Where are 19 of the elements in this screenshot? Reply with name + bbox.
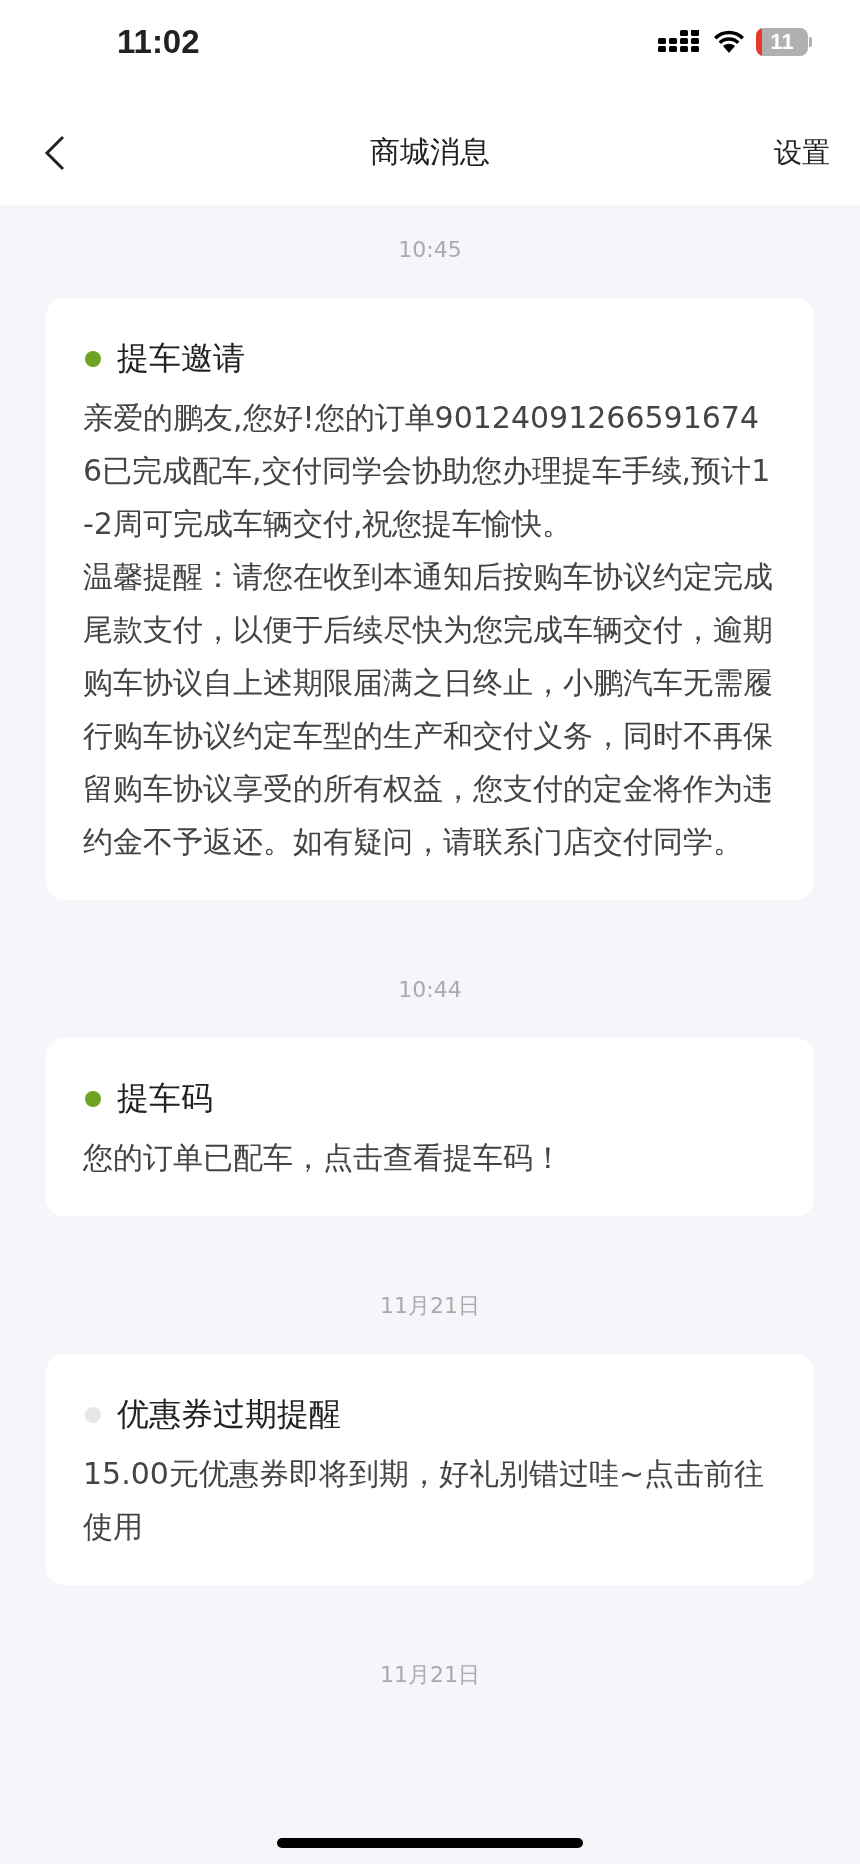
message-text: 温馨提醒：请您在收到本通知后按购车协议约定完成尾款支付，以便于后续尽快为您完成车辆交付，逾期购车协议自上述期限届满之日终止，小鹏汽车无需履行购车协议约定车型的生产和交付义务，同时不再保留购车协议享受的所有权益，您支付的定金将作为违约金不予返还。如有疑问，请联系门店交付同学。	[83, 558, 774, 861]
message-card[interactable]: 优惠券过期提醒 15.00元优惠券即将到期，好礼别错过哇~点击前往使用	[46, 1354, 814, 1585]
timestamp: 10:45	[398, 236, 462, 264]
message-card[interactable]: 提车码 您的订单已配车，点击查看提车码！	[46, 1038, 814, 1216]
settings-button[interactable]: 设置	[774, 133, 830, 172]
message-card[interactable]	[46, 298, 814, 900]
message-title: 提车邀请	[117, 338, 245, 379]
timestamp: 11月21日	[380, 1292, 480, 1320]
wifi-icon	[712, 30, 746, 54]
message-title: 优惠券过期提醒	[117, 1394, 341, 1435]
status-time: 11:02	[117, 23, 200, 61]
message-text: 您的订单已配车，点击查看提车码！	[83, 1139, 564, 1177]
signal-icon	[658, 30, 702, 54]
message-text: 15.00元优惠券即将到期，好礼别错过哇~点击前往使用	[83, 1455, 766, 1546]
message-text: 亲爱的鹏友,您好!您的订单901240912665916746已完成配车,交付同学会协助您办理提车手续,预计1-2周可完成车辆交付,祝您提车愉快。	[83, 399, 772, 543]
message-title: 提车码	[117, 1078, 213, 1119]
timestamp: 10:44	[398, 976, 462, 1004]
timestamp: 11月21日	[380, 1661, 480, 1689]
page-title: 商城消息	[370, 133, 490, 171]
